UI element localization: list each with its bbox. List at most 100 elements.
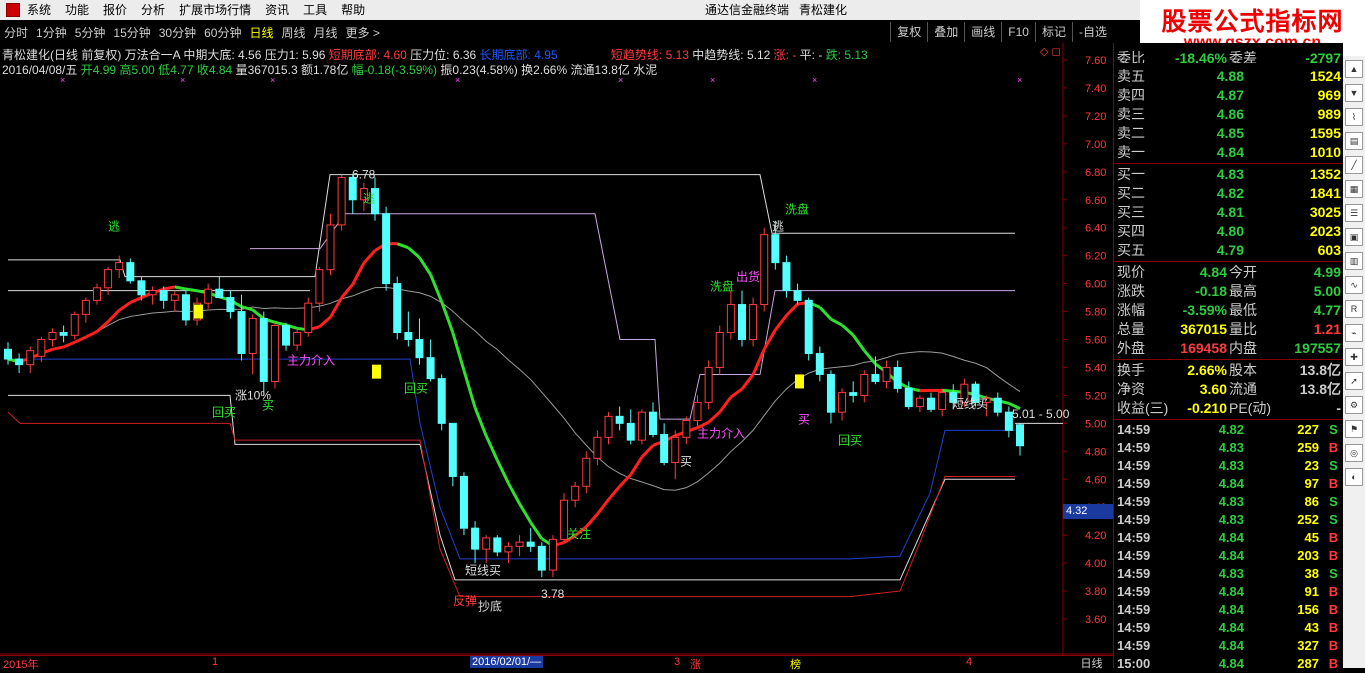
watchlist-button[interactable]: -自选 [1072, 22, 1113, 42]
toolbar-more-icon[interactable]: ◎ [1345, 444, 1363, 462]
candle-body [805, 300, 812, 353]
chaodi-label: 抄底 [478, 599, 502, 614]
bid-row: 买三4.813025 [1114, 203, 1344, 221]
weicha-value: -2797 [1279, 49, 1341, 63]
candle-body [105, 270, 112, 288]
quote-label: 换手 [1117, 361, 1145, 379]
trend-line-segment [453, 333, 464, 371]
scroll-up-area[interactable] [1343, 43, 1365, 56]
tick-time: 14:59 [1117, 619, 1150, 637]
toolbar-trend-icon[interactable]: ╱ [1345, 156, 1363, 174]
toolbar-calc-icon[interactable]: ▣ [1345, 228, 1363, 246]
quote-label: 最高 [1229, 282, 1257, 300]
overlay-button[interactable]: 叠加 [927, 22, 964, 42]
bid-volume: 2023 [1254, 222, 1341, 240]
fuquan-button[interactable]: 复权 [890, 22, 927, 42]
menu-analysis[interactable]: 分析 [134, 0, 172, 20]
fantan-label: 反弹 [453, 594, 477, 608]
menu-tools[interactable]: 工具 [296, 0, 334, 20]
tick-row: 14:594.84203B [1114, 547, 1344, 565]
toolbar-list-icon[interactable]: ☰ [1345, 204, 1363, 222]
period-day[interactable]: 日线 [245, 23, 277, 43]
candle-body [416, 340, 423, 358]
tick-row: 14:594.82227S [1114, 421, 1344, 439]
menu-news[interactable]: 资讯 [258, 0, 296, 20]
tick-volume: 252 [1264, 511, 1319, 529]
candle-body [182, 295, 189, 320]
tick-time: 14:59 [1117, 583, 1150, 601]
toolbar-set-icon[interactable]: ⚙ [1345, 396, 1363, 414]
period-5min[interactable]: 5分钟 [71, 23, 110, 43]
period-week[interactable]: 周线 [277, 23, 309, 43]
tick-direction: B [1326, 637, 1341, 655]
candle-body [127, 263, 134, 281]
tick-volume: 43 [1264, 619, 1319, 637]
period-toolbar: 分时 1分钟 5分钟 15分钟 30分钟 60分钟 日线 周线 月线 更多 > … [0, 22, 1113, 43]
f10-button[interactable]: F10 [1001, 22, 1035, 42]
toolbar-zoom-icon[interactable]: ✚ [1345, 348, 1363, 366]
trend-line-segment [597, 500, 608, 514]
tick-row: 14:594.8497B [1114, 475, 1344, 493]
zhuli-label: 主力介入 [697, 426, 745, 440]
tick-time: 14:59 [1117, 475, 1150, 493]
xipan-label: 洗盘 [710, 279, 734, 294]
quote-value: -3.59% [1164, 301, 1227, 319]
red-support-line [8, 412, 1015, 596]
menu-help[interactable]: 帮助 [334, 0, 372, 20]
candle-body [727, 305, 734, 333]
toolbar-grid-icon[interactable]: ▥ [1345, 252, 1363, 270]
toolbar-rsi-icon[interactable]: R [1345, 300, 1363, 318]
period-15min[interactable]: 15分钟 [109, 23, 154, 43]
ask-volume: 1595 [1254, 124, 1341, 142]
toolbar-line-icon[interactable]: ⌁ [1345, 324, 1363, 342]
toolbar-arrow-icon[interactable]: ➚ [1345, 372, 1363, 390]
menu-function[interactable]: 功能 [58, 0, 96, 20]
toolbar-chart-icon[interactable]: ▤ [1345, 132, 1363, 150]
toolbar-tail-icon[interactable]: ◐ [1345, 468, 1363, 486]
tick-row: 14:594.83252S [1114, 511, 1344, 529]
period-more[interactable]: 更多 > [342, 23, 384, 43]
ask-price: 4.84 [1184, 143, 1244, 161]
trend-line-segment [775, 315, 786, 329]
toolbar-up-icon[interactable]: ▲ [1345, 60, 1363, 78]
period-month[interactable]: 月线 [310, 23, 342, 43]
menu-quote[interactable]: 报价 [96, 0, 134, 20]
menu-ext-market[interactable]: 扩展市场行情 [172, 0, 258, 20]
toolbar-kline-icon[interactable]: ⌇ [1345, 108, 1363, 126]
candle-body [394, 284, 401, 333]
bid-volume: 1352 [1254, 165, 1341, 183]
ask-volume: 989 [1254, 105, 1341, 123]
quote-row: 换手2.66%股本13.8亿 [1114, 361, 1344, 379]
mark-button[interactable]: 标记 [1035, 22, 1072, 42]
ask-label: 卖三 [1117, 105, 1145, 123]
huimai-label: 回买 [212, 405, 236, 419]
magenta-dot-icon: × [180, 75, 185, 85]
toolbar-bar-icon[interactable]: ▦ [1345, 180, 1363, 198]
quote-value: 4.99 [1279, 263, 1341, 281]
period-1min[interactable]: 1分钟 [32, 23, 71, 43]
magenta-dot-icon: × [270, 75, 275, 85]
candle-body [116, 263, 123, 270]
trend-line-segment [497, 460, 508, 483]
toolbar-wave-icon[interactable]: ∿ [1345, 276, 1363, 294]
toolbar-flag-icon[interactable]: ⚑ [1345, 420, 1363, 438]
ask-row: 卖五4.881524 [1114, 67, 1344, 85]
period-60min[interactable]: 60分钟 [200, 23, 245, 43]
draw-line-button[interactable]: 画线 [964, 22, 1001, 42]
toolbar-down-icon[interactable]: ▼ [1345, 84, 1363, 102]
candle-body [905, 388, 912, 406]
y-tick-label: 7.60 [1085, 55, 1106, 67]
trend-line-segment [75, 337, 86, 342]
zhang-tab[interactable]: 涨 [690, 656, 701, 672]
y-tick-label: 6.00 [1085, 279, 1106, 291]
tick-price: 4.83 [1184, 439, 1244, 457]
menu-system[interactable]: 系统 [20, 0, 58, 20]
candle-body [994, 398, 1001, 412]
quote-value: 3.60 [1164, 380, 1227, 398]
bang-tab[interactable]: 榜 [790, 656, 801, 672]
period-30min[interactable]: 30分钟 [155, 23, 200, 43]
period-fenshi[interactable]: 分时 [0, 23, 32, 43]
ask-price: 4.87 [1184, 86, 1244, 104]
y-tick-label: 3.60 [1085, 614, 1106, 626]
kline-chart[interactable]: 7.607.407.207.006.806.606.406.206.005.80… [0, 43, 1113, 655]
